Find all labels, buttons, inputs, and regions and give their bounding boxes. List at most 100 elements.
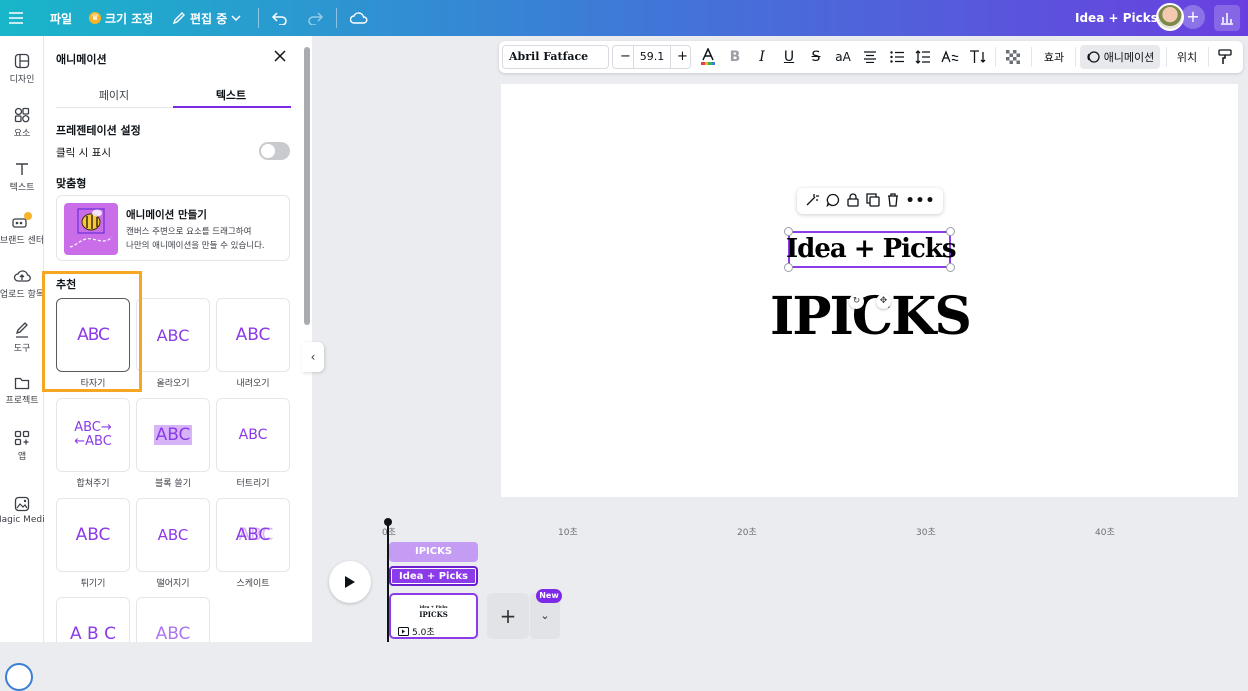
editing-mode-button[interactable]: 편집 중 bbox=[172, 0, 241, 36]
anim-preview: ABC bbox=[75, 525, 111, 545]
collapse-panel-button[interactable]: ‹ bbox=[302, 342, 324, 372]
bold-icon[interactable]: B bbox=[725, 41, 745, 73]
create-animation-desc: 캔버스 주변으로 요소를 드래그하여 bbox=[126, 227, 252, 237]
layer-track-idea-picks[interactable]: Idea + Picks bbox=[389, 566, 478, 586]
vertical-text-icon[interactable] bbox=[967, 41, 989, 73]
rail-item-brand[interactable]: 브랜드 센터 bbox=[0, 212, 44, 246]
file-label: 파일 bbox=[50, 11, 73, 26]
design-title[interactable]: Idea + Picks bbox=[1075, 0, 1158, 36]
add-page-button[interactable]: + bbox=[487, 593, 529, 639]
page-clip[interactable]: Idea + Picks IPICKS 5.0초 bbox=[389, 593, 478, 639]
anim-label: 올라오기 bbox=[156, 379, 190, 389]
anim-block-wipe[interactable]: ABC bbox=[136, 398, 210, 472]
new-badge: New bbox=[536, 589, 562, 603]
anim-preview: ABC bbox=[235, 525, 271, 545]
anim-bounce[interactable]: ABC bbox=[56, 498, 130, 572]
position-button[interactable]: 위치 bbox=[1172, 41, 1202, 73]
anim-preview: ABC bbox=[157, 526, 189, 544]
rotate-icon[interactable]: ↻ bbox=[849, 294, 864, 309]
canvas-text-small[interactable]: Idea + Picks bbox=[786, 231, 957, 268]
share-plus-button[interactable]: + bbox=[1181, 5, 1205, 29]
strikethrough-icon[interactable]: S bbox=[806, 41, 826, 73]
divider bbox=[1166, 47, 1167, 67]
paint-format-icon[interactable] bbox=[1215, 41, 1235, 73]
transparency-icon[interactable] bbox=[1002, 41, 1024, 73]
playhead-handle[interactable] bbox=[384, 518, 392, 526]
text-toolbar: Abril Fatface − 59.1 + B I U S aA 효과 애니메… bbox=[499, 41, 1243, 73]
anim-typewriter[interactable]: ABC bbox=[56, 298, 130, 372]
create-animation-title: 애니메이션 만들기 bbox=[126, 209, 207, 221]
anim-label: 합쳐주기 bbox=[76, 479, 110, 489]
panel-scroll-thumb[interactable] bbox=[304, 47, 310, 325]
anim-skate[interactable]: ABC bbox=[216, 498, 290, 572]
list-icon[interactable] bbox=[887, 41, 907, 73]
folder-icon bbox=[14, 377, 30, 390]
more-icon[interactable]: ••• bbox=[906, 193, 936, 209]
rail-item-uploads[interactable]: 업로드 항목 bbox=[0, 268, 44, 300]
anim-burst[interactable]: ABC bbox=[216, 398, 290, 472]
anim-merge[interactable]: ABC→ ←ABC bbox=[56, 398, 130, 472]
custom-heading: 맞춤형 bbox=[56, 177, 87, 190]
assistant-fab[interactable] bbox=[5, 663, 33, 691]
effects-button[interactable]: 효과 bbox=[1039, 41, 1069, 73]
design-title-text: Idea + Picks bbox=[1075, 11, 1158, 25]
rail-item-projects[interactable]: 프로젝트 bbox=[0, 376, 44, 406]
anim-preview: ABC bbox=[156, 325, 190, 345]
undo-icon[interactable] bbox=[272, 0, 288, 36]
magic-edit-icon[interactable] bbox=[805, 193, 819, 210]
layer-track-ipicks[interactable]: IPICKS bbox=[389, 542, 478, 562]
create-animation-card[interactable]: 애니메이션 만들기 캔버스 주변으로 요소를 드래그하여 나만의 애니메이션을 … bbox=[56, 195, 290, 261]
italic-icon[interactable]: I bbox=[752, 41, 772, 73]
spacing-icon[interactable] bbox=[913, 41, 933, 73]
presentation-heading: 프레젠테이션 설정 bbox=[56, 124, 141, 137]
play-button[interactable] bbox=[329, 561, 371, 603]
anim-fall[interactable]: ABC bbox=[136, 498, 210, 572]
decrease-size-button[interactable]: − bbox=[620, 49, 631, 64]
magic-media-icon bbox=[14, 496, 30, 512]
rail-item-design[interactable]: 디자인 bbox=[0, 53, 44, 85]
rail-label: 프로젝트 bbox=[5, 396, 39, 406]
anim-blur[interactable]: ABC bbox=[136, 597, 210, 642]
underline-icon[interactable]: U bbox=[779, 41, 799, 73]
move-icon[interactable]: ✥ bbox=[876, 294, 891, 309]
tab-page[interactable]: 페이지 bbox=[64, 87, 164, 103]
align-center-icon[interactable] bbox=[860, 41, 880, 73]
rail-item-magic-media[interactable]: Magic Media bbox=[0, 496, 50, 525]
rail-item-tools[interactable]: 도구 bbox=[0, 322, 44, 354]
text-color-icon[interactable] bbox=[698, 41, 718, 73]
lock-icon[interactable] bbox=[846, 192, 859, 210]
panel-title: 애니메이션 bbox=[56, 53, 107, 66]
rail-item-elements[interactable]: 요소 bbox=[0, 107, 44, 139]
text-effects-icon[interactable] bbox=[939, 41, 961, 73]
close-icon[interactable] bbox=[273, 49, 287, 66]
anim-spread[interactable]: A B C bbox=[56, 597, 130, 642]
divider bbox=[1075, 47, 1076, 67]
brand-icon bbox=[12, 212, 32, 228]
resize-button[interactable]: ♛ 크기 조정 bbox=[89, 0, 153, 36]
redo-icon[interactable] bbox=[307, 0, 323, 36]
timeline-tick: 0초 bbox=[382, 528, 397, 538]
click-show-toggle[interactable] bbox=[259, 142, 290, 160]
animation-button[interactable]: 애니메이션 bbox=[1080, 45, 1160, 69]
rail-item-text[interactable]: 텍스트 bbox=[0, 161, 44, 193]
insights-icon[interactable] bbox=[1214, 5, 1240, 31]
letter-case-icon[interactable]: aA bbox=[831, 41, 855, 73]
anim-preview: ABC bbox=[153, 425, 193, 445]
rail-item-apps[interactable]: 앱 bbox=[0, 430, 44, 462]
menu-icon[interactable] bbox=[9, 0, 23, 36]
comment-icon[interactable] bbox=[825, 193, 840, 210]
anim-descend[interactable]: ABC bbox=[216, 298, 290, 372]
avatar[interactable] bbox=[1156, 3, 1184, 31]
increase-size-button[interactable]: + bbox=[677, 49, 688, 64]
active-tab-indicator bbox=[173, 106, 291, 108]
tab-text[interactable]: 텍스트 bbox=[181, 87, 281, 103]
font-size-input[interactable]: 59.1 bbox=[633, 46, 671, 68]
anim-rise[interactable]: ABC bbox=[136, 298, 210, 372]
cloud-save-icon[interactable] bbox=[350, 0, 368, 36]
file-menu[interactable]: 파일 bbox=[50, 0, 72, 36]
duplicate-icon[interactable] bbox=[865, 192, 880, 210]
apps-icon bbox=[14, 430, 30, 446]
canvas-text-large[interactable]: IPICKS bbox=[760, 284, 980, 350]
trash-icon[interactable] bbox=[887, 192, 899, 210]
font-selector[interactable]: Abril Fatface bbox=[502, 45, 609, 69]
